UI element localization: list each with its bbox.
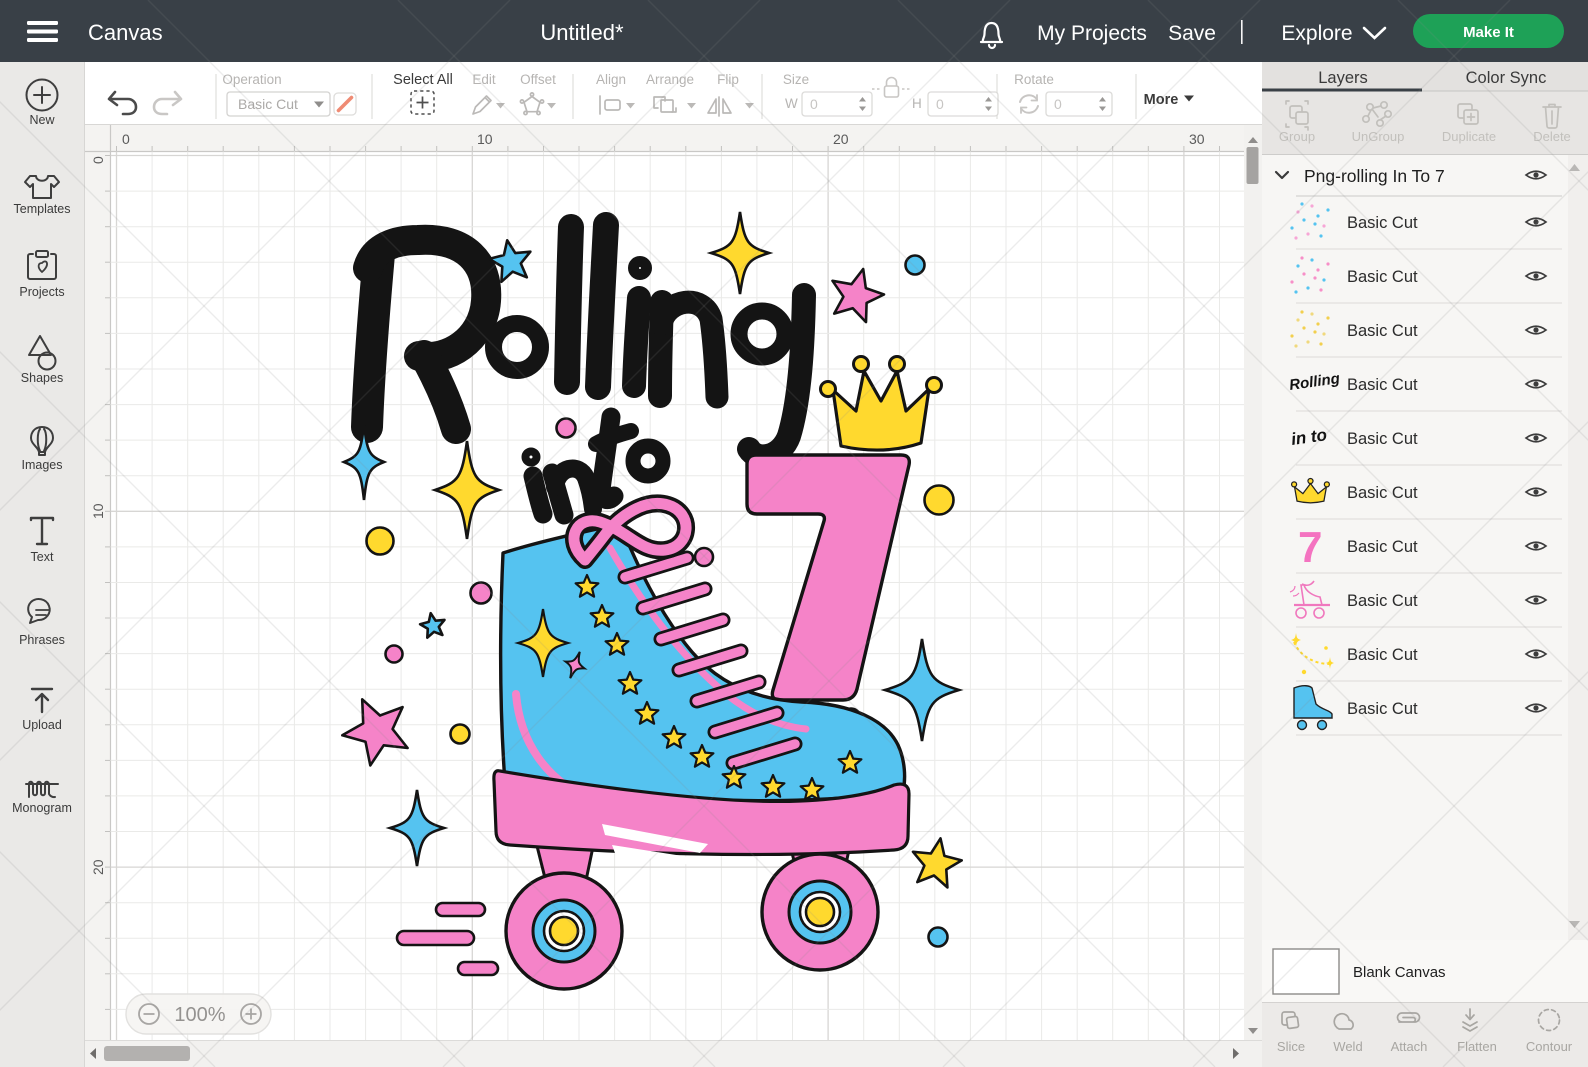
svg-text:20: 20	[90, 859, 106, 875]
svg-text:Explore: Explore	[1281, 22, 1352, 45]
svg-text:Canvas: Canvas	[88, 20, 163, 45]
svg-text:Flatten: Flatten	[1457, 1039, 1497, 1054]
svg-text:Templates: Templates	[14, 202, 71, 216]
svg-text:10: 10	[477, 131, 493, 147]
svg-text:Basic Cut: Basic Cut	[1347, 214, 1418, 232]
svg-text:Layers: Layers	[1318, 69, 1368, 87]
svg-text:Projects: Projects	[19, 285, 64, 299]
svg-text:Flip: Flip	[717, 72, 739, 87]
svg-text:Select All: Select All	[393, 72, 453, 88]
svg-text:Phrases: Phrases	[19, 633, 65, 647]
svg-text:Untitled*: Untitled*	[540, 20, 624, 45]
svg-text:Arrange: Arrange	[646, 72, 694, 87]
svg-text:Color Sync: Color Sync	[1466, 69, 1547, 87]
svg-text:Basic Cut: Basic Cut	[1347, 376, 1418, 394]
svg-text:Make It: Make It	[1463, 24, 1514, 41]
svg-text:Rotate: Rotate	[1014, 72, 1054, 87]
svg-text:H: H	[912, 96, 922, 111]
svg-text:Slice: Slice	[1277, 1039, 1305, 1054]
svg-text:Text: Text	[31, 550, 54, 564]
svg-text:Basic Cut: Basic Cut	[1347, 322, 1418, 340]
svg-text:Weld: Weld	[1333, 1039, 1362, 1054]
svg-text:More: More	[1144, 92, 1179, 108]
svg-text:Size: Size	[783, 72, 809, 87]
svg-text:0: 0	[936, 96, 944, 112]
svg-text:30: 30	[1189, 131, 1205, 147]
svg-text:Attach: Attach	[1391, 1039, 1428, 1054]
svg-text:Duplicate: Duplicate	[1442, 129, 1496, 144]
svg-text:Contour: Contour	[1526, 1039, 1573, 1054]
svg-text:Basic Cut: Basic Cut	[1347, 538, 1418, 556]
svg-text:UnGroup: UnGroup	[1352, 129, 1405, 144]
svg-text:New: New	[29, 113, 55, 127]
svg-text:Edit: Edit	[472, 72, 496, 87]
svg-text:Basic Cut: Basic Cut	[238, 96, 298, 112]
svg-text:My Projects: My Projects	[1037, 22, 1147, 45]
svg-text:Align: Align	[596, 72, 626, 87]
svg-text:Save: Save	[1168, 22, 1216, 45]
svg-text:Monogram: Monogram	[12, 801, 72, 815]
svg-text:Group: Group	[1279, 129, 1315, 144]
svg-text:Images: Images	[22, 458, 63, 472]
svg-text:100%: 100%	[174, 1004, 225, 1026]
svg-text:Basic Cut: Basic Cut	[1347, 268, 1418, 286]
svg-text:20: 20	[833, 131, 849, 147]
svg-text:Basic Cut: Basic Cut	[1347, 430, 1418, 448]
svg-text:7: 7	[1298, 523, 1322, 572]
svg-text:Upload: Upload	[22, 718, 62, 732]
svg-text:0: 0	[1054, 96, 1062, 112]
svg-text:Shapes: Shapes	[21, 371, 63, 385]
svg-text:0: 0	[122, 131, 130, 147]
svg-text:10: 10	[90, 503, 106, 519]
svg-text:Operation: Operation	[222, 72, 281, 87]
svg-text:Basic Cut: Basic Cut	[1347, 484, 1418, 502]
svg-text:0: 0	[810, 96, 818, 112]
svg-text:Png-rolling In To 7: Png-rolling In To 7	[1304, 166, 1445, 186]
svg-text:Offset: Offset	[520, 72, 556, 87]
svg-text:W: W	[785, 96, 798, 111]
svg-text:Blank Canvas: Blank Canvas	[1353, 964, 1446, 981]
svg-text:0: 0	[90, 156, 106, 164]
svg-text:Delete: Delete	[1533, 129, 1571, 144]
svg-text:Basic Cut: Basic Cut	[1347, 592, 1418, 610]
svg-text:Basic Cut: Basic Cut	[1347, 646, 1418, 664]
svg-text:Basic Cut: Basic Cut	[1347, 700, 1418, 718]
